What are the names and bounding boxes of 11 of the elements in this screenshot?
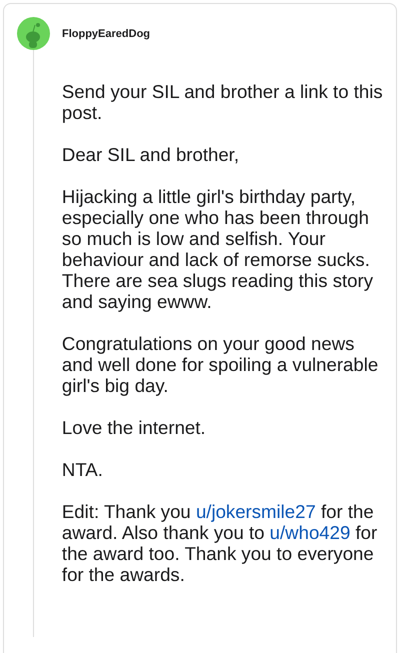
comment-paragraph: Edit: Thank you u/jokersmile27 for the award. Also thank you to u/who429 for the award too. Thank you to everyone for the awards. [62, 501, 378, 585]
username[interactable]: FloppyEaredDog [62, 28, 150, 40]
comment-paragraph: NTA. [62, 459, 104, 480]
avatar-icon [17, 17, 50, 50]
comment-paragraph: Love the internet. [62, 417, 207, 438]
user-link[interactable]: u/jokersmile27 [196, 501, 316, 522]
user-link[interactable]: u/who429 [270, 522, 350, 543]
comment-paragraph: Send your SIL and brother a link to this post. [62, 81, 384, 123]
comment-paragraph: Dear SIL and brother, [62, 144, 240, 165]
comment-paragraph: Hijacking a little girl's birthday party, especially one who has been through so much is low and selfish. Your behaviour and lack of remorse sucks. There are sea slugs reading this story and saying ewww. [62, 186, 374, 312]
comment-paragraph: Congratulations on your good news and well done for spoiling a vulnerable girl's big day. [62, 333, 380, 396]
